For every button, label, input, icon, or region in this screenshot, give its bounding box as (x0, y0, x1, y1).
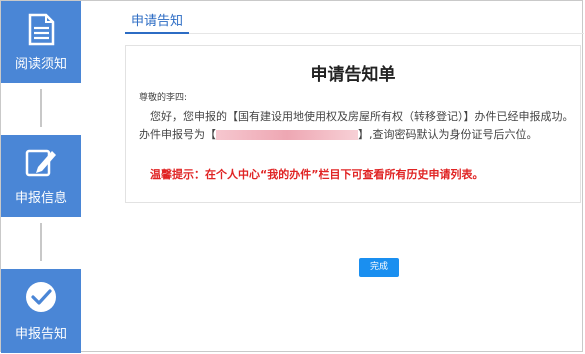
tab-divider (189, 33, 584, 34)
line2-prefix: 办件申报号为【 (139, 128, 216, 141)
application-item: 【国有建设用地使用权及房屋所有权（转移登记）】 (227, 110, 475, 123)
line2-suffix: 】,查询密码默认为身份证号后六位。 (358, 128, 538, 141)
step-application-notice[interactable]: 申报告知 (1, 269, 81, 353)
step-label: 申报信息 (14, 191, 67, 206)
step-application-info[interactable]: 申报信息 (1, 135, 81, 217)
redacted-application-number (216, 130, 358, 140)
step-label: 阅读须知 (14, 57, 67, 72)
notice-line-1: 您好，您申报的【国有建设用地使用权及房屋所有权（转移登记）】办件已经申报成功。 (150, 108, 574, 124)
notice-line-2: 办件申报号为【 】,查询密码默认为身份证号后六位。 (139, 126, 538, 142)
notice-card: 申请告知单 尊敬的李四: 您好，您申报的【国有建设用地使用权及房屋所有权（转移登… (125, 45, 581, 203)
line1-prefix: 您好，您申报的 (150, 110, 227, 123)
step-connector (40, 89, 42, 127)
app-frame: 阅读须知 申报信息 申报告知 申请告知 申请告知单 尊敬的李四: 您好，您申报的… (0, 0, 584, 353)
step-read-notice[interactable]: 阅读须知 (1, 1, 81, 83)
line1-suffix: 办件已经申报成功。 (474, 110, 574, 123)
document-icon (1, 11, 81, 47)
step-label: 申报告知 (14, 327, 67, 342)
edit-icon (1, 145, 81, 181)
greeting-text: 尊敬的李四: (139, 93, 188, 103)
warm-tip: 温馨提示：在个人中心“我的办件”栏目下可查看所有历史申请列表。 (150, 168, 484, 181)
step-rail: 阅读须知 申报信息 申报告知 (1, 1, 81, 353)
tab-active-indicator (125, 32, 189, 34)
step-connector (40, 223, 42, 261)
tab-application-notice[interactable]: 申请告知 (125, 13, 189, 31)
notice-title: 申请告知单 (310, 65, 396, 85)
check-circle-icon (1, 279, 81, 315)
finish-button[interactable]: 完成 (359, 258, 399, 277)
